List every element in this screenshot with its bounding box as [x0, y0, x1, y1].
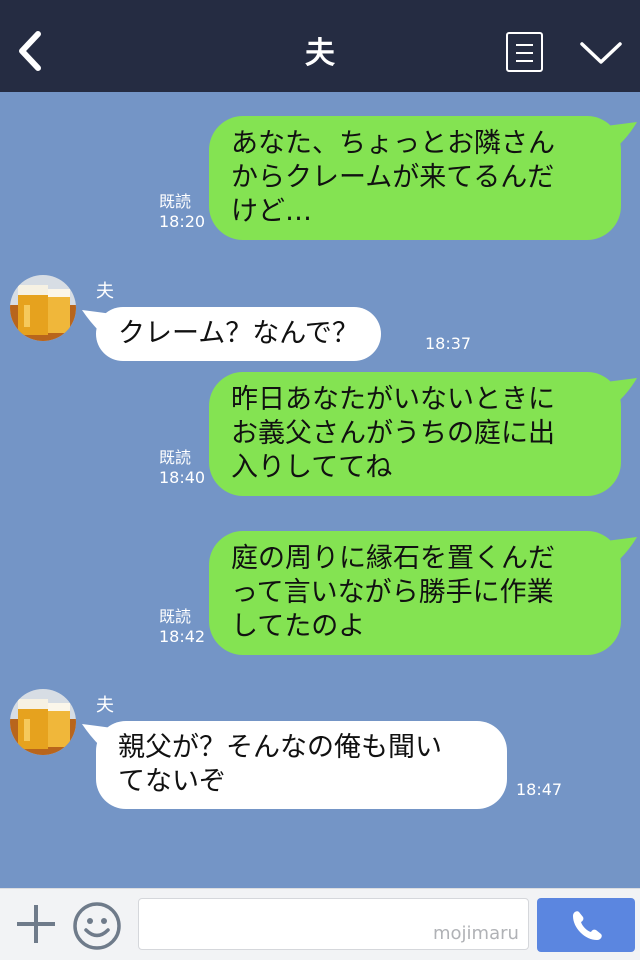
smiley-icon: [73, 902, 121, 950]
plus-icon: [17, 905, 55, 943]
avatar[interactable]: [10, 689, 76, 755]
message-text: 昨日あなたがいないときに お義父さんがうちの庭に出 入りしててね: [231, 384, 555, 483]
message-text: 庭の周りに縁石を置くんだ って言いながら勝手に作業 してたのよ: [231, 543, 555, 642]
bubble-tail: [606, 378, 637, 400]
document-icon-line: [516, 52, 533, 54]
chat-title: 夫: [305, 36, 335, 71]
call-button[interactable]: [537, 898, 635, 952]
outgoing-message[interactable]: 庭の周りに縁石を置くんだ って言いながら勝手に作業 してたのよ: [209, 531, 621, 655]
read-receipt: 既読 18:42: [159, 607, 205, 647]
read-label: 既読: [159, 607, 192, 626]
bubble-tail: [606, 122, 637, 144]
message-time: 18:40: [159, 468, 206, 487]
message-text: クレーム？なんで？: [118, 318, 359, 349]
sender-name: 夫: [96, 695, 114, 716]
document-icon-line: [516, 60, 533, 62]
document-icon-line: [516, 44, 533, 46]
read-receipt: 既読 18:40: [159, 448, 205, 488]
add-button[interactable]: [14, 902, 58, 946]
message-time: 18:47: [516, 780, 563, 799]
outgoing-message[interactable]: あなた、ちょっとお隣さん からクレームが来てるんだ けど…: [209, 116, 621, 240]
phone-icon: [573, 911, 602, 940]
incoming-message[interactable]: 親父が？そんなの俺も聞い てないぞ: [96, 721, 507, 809]
read-label: 既読: [159, 192, 192, 211]
avatar[interactable]: [10, 275, 76, 341]
outgoing-message[interactable]: 昨日あなたがいないときに お義父さんがうちの庭に出 入りしててね: [209, 372, 621, 496]
incoming-message[interactable]: クレーム？なんで？: [96, 307, 381, 361]
watermark: mojimaru: [433, 923, 519, 944]
chat-area[interactable]: あなた、ちょっとお隣さん からクレームが来てるんだ けど… 既読 18:20 夫…: [0, 92, 640, 888]
sender-name: 夫: [96, 281, 114, 302]
message-time: 18:37: [425, 334, 472, 353]
message-time: 18:42: [159, 627, 206, 646]
beer-glass-photo: [10, 689, 76, 755]
bubble-tail: [606, 537, 637, 559]
read-label: 既読: [159, 448, 192, 467]
message-text: あなた、ちょっとお隣さん からクレームが来てるんだ けど…: [231, 128, 555, 227]
chevron-down-icon: [580, 42, 622, 64]
read-receipt: 既読 18:20: [159, 192, 205, 232]
message-time: 18:20: [159, 212, 206, 231]
message-text: 親父が？そんなの俺も聞い てないぞ: [118, 732, 442, 797]
input-bar: mojimaru: [0, 888, 640, 960]
emoji-button[interactable]: [72, 901, 122, 951]
beer-glass-photo: [10, 275, 76, 341]
menu-button[interactable]: [506, 32, 543, 72]
chat-header: 夫: [0, 0, 640, 92]
collapse-button[interactable]: [578, 36, 624, 68]
